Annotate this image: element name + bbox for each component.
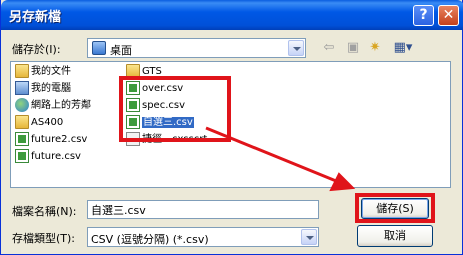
save-as-dialog: 另存新檔 ? ✕ 儲存於(I): 桌面 ⇦ ▣ ✷ ▦▾ 我的文件 我的電腦 網…: [0, 0, 463, 255]
filename-field[interactable]: [87, 200, 319, 219]
filename-input[interactable]: [88, 201, 318, 218]
save-button[interactable]: 儲存(S): [361, 198, 429, 219]
chevron-down-icon[interactable]: [301, 229, 317, 245]
filename-label: 檔案名稱(N):: [12, 205, 77, 218]
filetype-dropdown[interactable]: CSV (逗號分隔) (*.csv): [87, 227, 319, 247]
cancel-button[interactable]: 取消: [357, 225, 433, 247]
filetype-value: CSV (逗號分隔) (*.csv): [91, 233, 209, 246]
filetype-label: 存檔類型(T):: [12, 232, 76, 245]
